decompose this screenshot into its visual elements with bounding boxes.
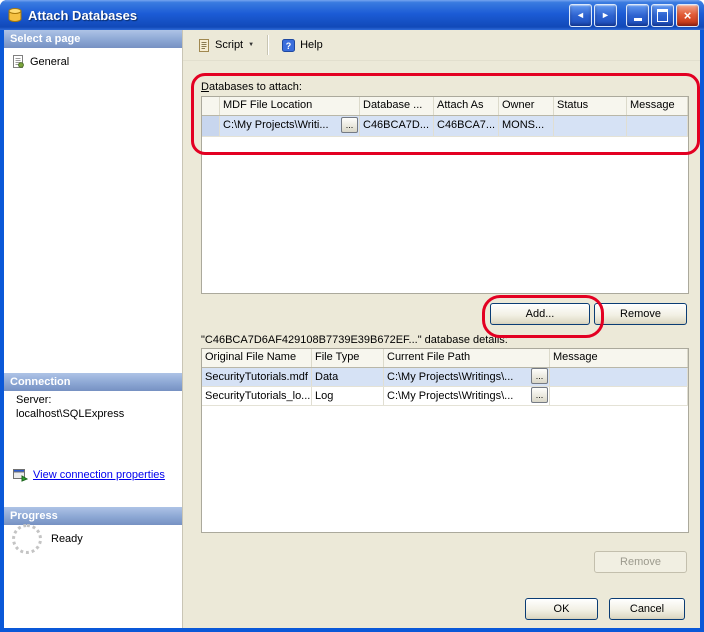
nav-back-button[interactable]: ◄ <box>569 4 592 27</box>
column-header-details-message[interactable]: Message <box>550 349 688 367</box>
attach-databases-window: Attach Databases ◄ ► × Select a page Gen… <box>0 0 704 632</box>
cell-details-message[interactable] <box>550 368 688 386</box>
details-remove-button[interactable]: Remove <box>594 551 687 573</box>
minimize-icon <box>634 18 642 21</box>
cell-database[interactable]: C46BCA7D... <box>360 116 434 136</box>
database-window-icon <box>7 7 23 23</box>
column-header-mdf-file-location[interactable]: MDF File Location <box>220 97 360 115</box>
sidebar: Select a page General Connection Server:… <box>4 30 183 628</box>
ok-button[interactable]: OK <box>525 598 598 620</box>
window-controls: ◄ ► × <box>569 4 699 27</box>
cell-owner[interactable]: MONS... <box>499 116 554 136</box>
svg-text:?: ? <box>286 41 292 51</box>
cell-original-file-name[interactable]: SecurityTutorials_lo... <box>202 387 312 405</box>
main-panel: Script ▼ ? Help Databases to attach: <box>183 30 700 628</box>
nav-forward-icon: ► <box>601 10 610 20</box>
sidebar-item-general[interactable]: General <box>11 54 69 69</box>
server-label: Server: <box>16 393 124 407</box>
cell-current-file-path[interactable]: C:\My Projects\Writings\... ... <box>384 387 550 405</box>
databases-to-attach-grid[interactable]: MDF File Location Database ... Attach As… <box>201 96 689 294</box>
nav-back-icon: ◄ <box>576 10 585 20</box>
help-icon: ? <box>281 38 296 53</box>
details-table-row-log[interactable]: SecurityTutorials_lo... Log C:\My Projec… <box>202 387 688 406</box>
details-table-row-mdf[interactable]: SecurityTutorials.mdf Data C:\My Project… <box>202 368 688 387</box>
mdf-location-value: C:\My Projects\Writi... <box>223 119 329 131</box>
row-selector-cell[interactable] <box>202 116 220 136</box>
general-label: General <box>30 56 69 68</box>
details-grid-header: Original File Name File Type Current Fil… <box>202 349 688 368</box>
cancel-button[interactable]: Cancel <box>609 598 685 620</box>
attach-table-row[interactable]: C:\My Projects\Writi... ... C46BCA7D... … <box>202 116 688 137</box>
help-label: Help <box>300 39 323 51</box>
script-label: Script <box>215 39 243 51</box>
general-page-icon <box>11 54 25 69</box>
column-header-current-file-path[interactable]: Current File Path <box>384 349 550 367</box>
database-details-label: "C46BCA7D6AF429108B7739E39B672EF..." dat… <box>201 334 508 346</box>
nav-forward-button[interactable]: ► <box>594 4 617 27</box>
toolbar-separator <box>267 35 268 55</box>
cell-file-type[interactable]: Data <box>312 368 384 386</box>
file-path-value: C:\My Projects\Writings\... <box>387 390 513 402</box>
connection-info: Server: localhost\SQLExpress <box>16 393 124 421</box>
script-dropdown-icon[interactable]: ▼ <box>248 42 254 48</box>
column-header-selector[interactable] <box>202 97 220 115</box>
titlebar[interactable]: Attach Databases ◄ ► × <box>0 0 704 30</box>
close-button[interactable]: × <box>676 4 699 27</box>
browse-data-file-button[interactable]: ... <box>531 368 548 384</box>
window-title: Attach Databases <box>28 8 137 23</box>
cell-current-file-path[interactable]: C:\My Projects\Writings\... ... <box>384 368 550 386</box>
dialog-toolbar: Script ▼ ? Help <box>183 30 700 61</box>
progress-header: Progress <box>4 507 182 525</box>
script-icon <box>197 38 211 53</box>
connection-header: Connection <box>4 373 182 391</box>
minimize-button[interactable] <box>626 4 649 27</box>
maximize-icon <box>657 9 668 22</box>
close-icon: × <box>684 8 692 23</box>
column-header-status[interactable]: Status <box>554 97 627 115</box>
help-button[interactable]: ? Help <box>275 34 329 57</box>
connection-properties-icon <box>12 468 28 482</box>
column-header-message[interactable]: Message <box>627 97 688 115</box>
column-header-original-file-name[interactable]: Original File Name <box>202 349 312 367</box>
column-header-file-type[interactable]: File Type <box>312 349 384 367</box>
select-a-page-header: Select a page <box>4 30 182 48</box>
browse-log-file-button[interactable]: ... <box>531 387 548 403</box>
browse-mdf-button[interactable]: ... <box>341 117 358 133</box>
cell-file-type[interactable]: Log <box>312 387 384 405</box>
file-path-value: C:\My Projects\Writings\... <box>387 371 513 383</box>
databases-to-attach-label: Databases to attach: <box>201 81 302 93</box>
server-value: localhost\SQLExpress <box>16 407 124 421</box>
progress-status: Ready <box>12 524 83 554</box>
database-details-grid[interactable]: Original File Name File Type Current Fil… <box>201 348 689 533</box>
progress-spinner-icon <box>12 524 42 554</box>
cell-original-file-name[interactable]: SecurityTutorials.mdf <box>202 368 312 386</box>
column-header-owner[interactable]: Owner <box>499 97 554 115</box>
cell-status[interactable] <box>554 116 627 136</box>
attach-grid-header: MDF File Location Database ... Attach As… <box>202 97 688 116</box>
view-connection-properties-row: View connection properties <box>12 468 165 482</box>
progress-ready-label: Ready <box>51 533 83 545</box>
cell-details-message[interactable] <box>550 387 688 405</box>
maximize-button[interactable] <box>651 4 674 27</box>
cell-message[interactable] <box>627 116 688 136</box>
add-button[interactable]: Add... <box>490 303 590 325</box>
script-button[interactable]: Script ▼ <box>191 34 260 57</box>
column-header-database[interactable]: Database ... <box>360 97 434 115</box>
column-header-attach-as[interactable]: Attach As <box>434 97 499 115</box>
cell-mdf-file-location[interactable]: C:\My Projects\Writi... ... <box>220 116 360 136</box>
remove-button[interactable]: Remove <box>594 303 687 325</box>
view-connection-properties-link[interactable]: View connection properties <box>33 469 165 481</box>
cell-attach-as[interactable]: C46BCA7... <box>434 116 499 136</box>
